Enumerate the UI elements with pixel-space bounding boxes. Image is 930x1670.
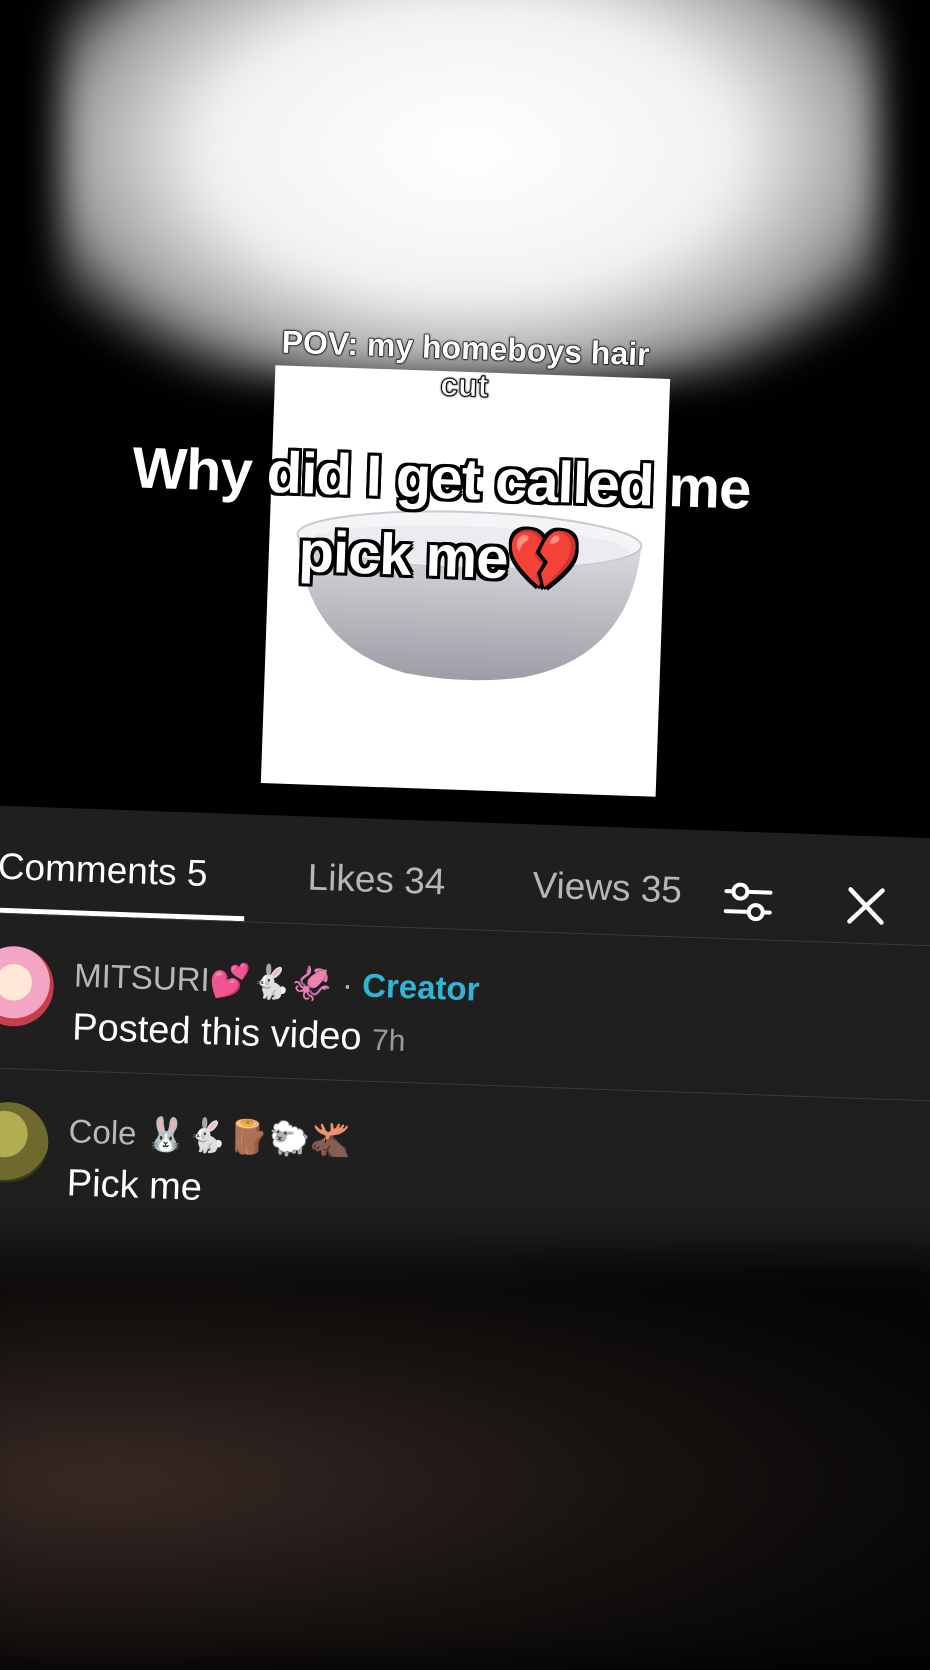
comment-item[interactable]: Cole 🐰🐇🪵🐑🫎 Pick me: [0, 1100, 930, 1209]
sliders-icon[interactable]: [721, 875, 775, 929]
comment-text: Posted this video: [71, 1006, 363, 1059]
tab-bar-divider: [0, 912, 930, 949]
close-icon[interactable]: [839, 879, 893, 933]
creator-badge: Creator: [361, 966, 481, 1008]
comment-text: Pick me: [66, 1162, 203, 1209]
tab-bar: Comments 5 Likes 34 Views 35: [0, 836, 930, 949]
blurred-background-bottom: [0, 1250, 930, 1670]
video-overlay-text: Why did I get called me pick me💔: [58, 427, 823, 609]
avatar[interactable]: [0, 944, 56, 1028]
separator-dot: ·: [341, 965, 354, 1004]
comment-item[interactable]: MITSURI💕🐇🦑 · Creator Posted this video 7…: [0, 944, 930, 1058]
tab-views[interactable]: Views 35: [532, 864, 683, 911]
comment-divider: [0, 1066, 930, 1103]
comments-panel: Comments 5 Likes 34 Views 35 MITSURI💕🐇🦑 …: [0, 805, 930, 1320]
avatar[interactable]: [0, 1100, 50, 1184]
comment-username[interactable]: MITSURI💕🐇🦑: [73, 956, 333, 1002]
comment-header: MITSURI💕🐇🦑 · Creator: [73, 956, 480, 1009]
tab-comments[interactable]: Comments 5: [0, 846, 208, 895]
tab-likes[interactable]: Likes 34: [307, 856, 446, 903]
comment-body: Posted this video 7h: [72, 1006, 407, 1061]
comment-time: 7h: [371, 1023, 406, 1058]
comment-username[interactable]: Cole 🐰🐇🪵🐑🫎: [68, 1112, 352, 1161]
